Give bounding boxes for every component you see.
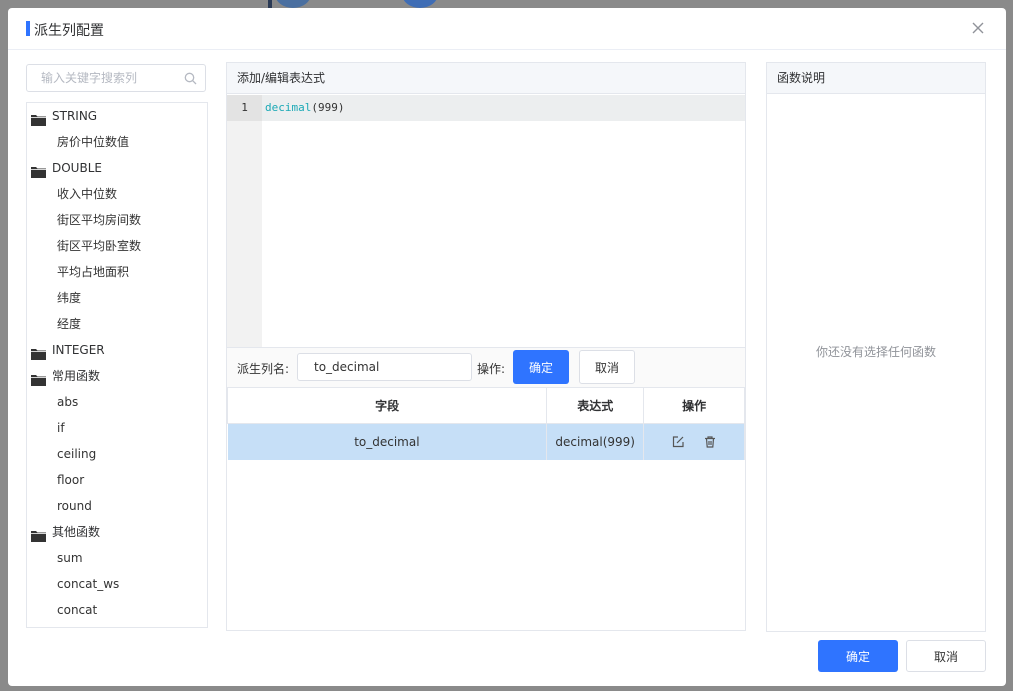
folder-icon xyxy=(31,161,46,178)
tree-folder[interactable]: DOUBLE xyxy=(27,155,207,181)
column-search-input[interactable] xyxy=(27,65,183,91)
dialog-header: 派生列配置 xyxy=(8,8,1006,50)
cell-field: to_decimal xyxy=(227,423,548,460)
tree-item[interactable]: 街区平均卧室数 xyxy=(27,233,207,259)
function-description-panel: 函数说明 你还没有选择任何函数 xyxy=(766,62,986,632)
cell-operations xyxy=(643,423,745,460)
header-field: 字段 xyxy=(226,387,548,424)
code-keyword: decimal xyxy=(265,101,312,114)
column-tree: STRING 房价中位数值 DOUBLE 收入中位数 街区平均房间数 街区平均卧室数 平均占… xyxy=(26,102,208,628)
tree-item[interactable]: 房价中位数值 xyxy=(27,129,207,155)
tree-item[interactable]: 街区平均房间数 xyxy=(27,207,207,233)
cell-expression: decimal(999) xyxy=(546,423,645,460)
folder-icon xyxy=(31,525,46,542)
operation-label: 操作: xyxy=(477,362,506,376)
edit-icon[interactable] xyxy=(671,435,685,449)
tree-folder[interactable]: 其他函数 xyxy=(27,519,207,545)
function-panel-title: 函数说明 xyxy=(767,63,985,94)
column-name-input[interactable] xyxy=(297,353,472,381)
tree-item[interactable]: concat xyxy=(27,597,207,623)
code-line[interactable]: decimal(999) xyxy=(265,95,344,121)
tree-folder-label: 常用函数 xyxy=(52,369,101,383)
background-node-bar xyxy=(268,0,272,8)
table-row[interactable]: to_decimal decimal(999) xyxy=(227,423,745,460)
cancel-button[interactable]: 取消 xyxy=(579,350,635,384)
close-icon[interactable] xyxy=(970,20,986,36)
tree-item[interactable]: 纬度 xyxy=(27,285,207,311)
tree-folder-label: STRING xyxy=(52,109,98,123)
editor-panel-title: 添加/编辑表达式 xyxy=(227,63,745,94)
tree-folder-label: DOUBLE xyxy=(52,161,102,175)
tree-folder[interactable]: STRING xyxy=(27,103,207,129)
header-expression: 表达式 xyxy=(546,387,645,424)
folder-icon xyxy=(31,369,46,386)
tree-item[interactable]: if xyxy=(27,415,207,441)
tree-item[interactable]: 平均占地面积 xyxy=(27,259,207,285)
column-search-box xyxy=(26,64,206,92)
derived-column-dialog: 派生列配置 STRING 房价中位数值 DOUBLE 收入中位数街区平均房间数街区平均… xyxy=(8,8,1006,686)
trash-icon[interactable] xyxy=(703,435,717,449)
tree-item[interactable]: ceiling xyxy=(27,441,207,467)
derived-column-form: 派生列名: 操作: 确定 取消 xyxy=(227,347,745,387)
tree-item[interactable]: 经度 xyxy=(27,311,207,337)
column-name-label: 派生列名: xyxy=(237,362,290,376)
line-number: 1 xyxy=(227,95,262,121)
tree-item[interactable]: abs xyxy=(27,389,207,415)
dialog-cancel-button[interactable]: 取消 xyxy=(906,640,986,672)
tree-item[interactable]: 收入中位数 xyxy=(27,181,207,207)
code-editor[interactable]: 1 decimal(999) xyxy=(227,95,745,347)
dialog-ok-button[interactable]: 确定 xyxy=(818,640,898,672)
tree-item[interactable]: floor xyxy=(27,467,207,493)
dialog-title: 派生列配置 xyxy=(34,23,104,39)
background-node xyxy=(402,0,438,8)
folder-icon xyxy=(31,343,46,360)
tree-folder[interactable]: INTEGER xyxy=(27,337,207,363)
table-header-row: 字段 表达式 操作 xyxy=(226,387,745,424)
folder-icon xyxy=(31,109,46,126)
tree-folder-label: 其他函数 xyxy=(52,525,101,539)
background-node xyxy=(275,0,311,8)
expression-editor-panel: 添加/编辑表达式 1 decimal(999) 派生列名: 操作: 确定 取消 … xyxy=(226,62,746,631)
code-args: (999) xyxy=(311,101,345,114)
tree-item[interactable]: round xyxy=(27,493,207,519)
tree-folder-label: INTEGER xyxy=(52,343,105,357)
tree-folder[interactable]: 常用函数 xyxy=(27,363,207,389)
header-operations: 操作 xyxy=(643,387,745,424)
empty-function-message: 你还没有选择任何函数 xyxy=(815,345,936,359)
tree-item[interactable]: sum xyxy=(27,545,207,571)
line-gutter xyxy=(227,95,262,347)
tree-item[interactable]: concat_ws xyxy=(27,571,207,597)
search-icon[interactable] xyxy=(184,72,197,85)
title-accent-bar xyxy=(26,21,30,36)
derived-columns-table: 字段 表达式 操作 to_decimal decimal(999) xyxy=(226,387,745,460)
confirm-button[interactable]: 确定 xyxy=(513,350,569,384)
